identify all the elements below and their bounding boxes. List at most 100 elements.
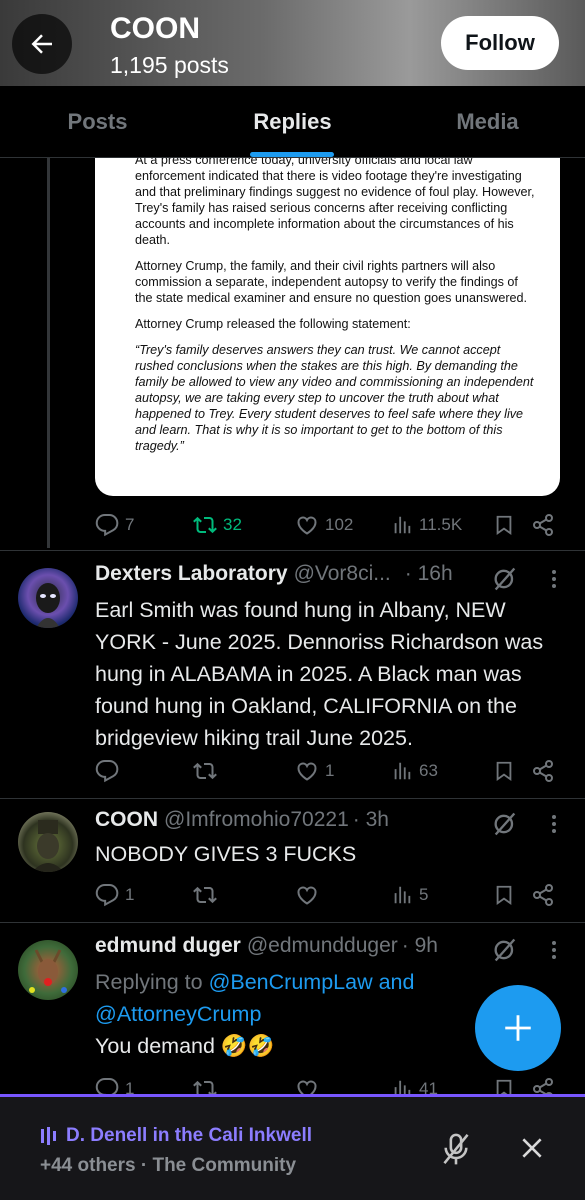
views-chart-icon [394,1080,411,1094]
more-options-icon[interactable] [544,567,564,591]
views-button[interactable]: 5 [391,880,428,910]
share-icon [533,884,553,906]
reply-header: Dexters Laboratory @Vor8ci... · 16h [95,562,453,592]
grok-icon[interactable] [491,810,519,838]
repost-icon [193,516,217,534]
document-paragraph: Attorney Crump, the family, and their ci… [135,259,528,305]
more-options-icon[interactable] [544,812,564,836]
tab-posts[interactable]: Posts [0,86,195,158]
document-paragraph: At a press conference today, university … [135,158,535,247]
tab-media[interactable]: Media [390,86,585,158]
heart-icon [297,762,317,781]
heart-icon [297,886,317,905]
reply-button[interactable]: 1 [95,1074,134,1094]
like-button[interactable] [295,880,319,910]
grok-icon[interactable] [491,565,519,593]
like-button[interactable]: 102 [295,510,353,540]
display-name[interactable]: Dexters Laboratory [95,562,288,586]
share-icon [533,1078,553,1094]
reply-icon [95,884,119,907]
share-button[interactable] [531,880,555,910]
repost-button[interactable]: 32 [193,510,242,540]
avatar-reindeer-icon [29,949,67,993]
reply-actions: 1 5 [95,880,560,910]
bookmark-button[interactable] [493,1074,515,1094]
reply-count: 1 [125,1079,135,1094]
reply-count: 1 [125,885,135,904]
reply-header: COON @Imfromohio70221 · 3h [95,808,389,838]
views-button[interactable]: 63 [391,756,438,786]
arrow-left-icon [31,34,52,54]
views-count: 5 [419,885,429,904]
space-title-row: D. Denell in the Cali Inkwell [40,1125,312,1147]
heart-icon [297,1080,317,1094]
views-button[interactable]: 11.5K [391,510,462,540]
post-time: · 16h [404,562,453,585]
tab-replies[interactable]: Replies [195,86,390,158]
more-options-icon[interactable] [544,938,564,962]
divider [0,550,585,551]
mic-muted-icon[interactable] [440,1131,472,1167]
back-button[interactable] [12,14,72,74]
share-icon [533,514,553,536]
reply-actions: 1 41 [95,1074,560,1094]
avatar[interactable] [18,940,78,1000]
views-count: 63 [419,761,438,780]
close-icon[interactable] [519,1135,545,1161]
post-time: · 9h [401,934,438,957]
repost-icon [193,886,217,904]
user-handle[interactable]: @Imfromohio70221 [164,808,349,832]
compose-post-button[interactable] [475,985,561,1071]
views-button[interactable]: 41 [391,1074,438,1094]
post-actions: 7 32 102 11.5K [95,510,560,540]
like-button[interactable]: 1 [295,756,334,786]
display-name[interactable]: edmund duger [95,934,241,958]
like-count: 102 [325,515,354,534]
bookmark-button[interactable] [493,880,515,910]
user-handle[interactable]: @Vor8ci... [294,562,391,586]
repost-button[interactable] [193,880,217,910]
grok-icon[interactable] [491,936,519,964]
display-name[interactable]: COON [95,808,158,832]
space-participants: +44 others · The Community [40,1155,297,1176]
reply-button[interactable]: 1 [95,880,134,910]
heart-icon [297,516,317,535]
profile-tabs: Posts Replies Media [0,86,585,158]
repost-button[interactable] [193,756,217,786]
views-chart-icon [394,762,411,780]
repost-icon [193,1080,217,1094]
reply-icon [95,514,119,537]
press-release-image[interactable]: At a press conference today, university … [95,158,560,496]
views-count: 41 [419,1079,438,1094]
post-time: · 3h [352,808,389,831]
share-button[interactable] [531,1074,555,1094]
plus-icon [505,1015,531,1041]
reply-button[interactable]: 7 [95,510,134,540]
bookmark-icon [496,515,512,536]
avatar[interactable] [18,568,78,628]
like-button[interactable] [295,1074,319,1094]
replying-to-label: Replying to [95,970,203,994]
reply-header: edmund duger @edmundduger · 9h [95,934,438,964]
share-button[interactable] [531,510,555,540]
replying-to-line: Replying to @BenCrumpLaw and @AttorneyCr… [95,966,455,1030]
bookmark-button[interactable] [493,510,515,540]
repost-button[interactable] [193,1074,217,1094]
profile-name: COON [110,12,200,45]
user-handle[interactable]: @edmundduger [247,934,398,958]
reply-button[interactable] [95,756,125,786]
posts-count: 1,195 posts [110,52,229,78]
reply-icon [95,1078,119,1094]
follow-button[interactable]: Follow [441,16,559,70]
views-count: 11.5K [419,515,463,534]
bookmark-button[interactable] [493,756,515,786]
divider [0,922,585,923]
avatar[interactable] [18,812,78,872]
share-button[interactable] [531,756,555,786]
live-space-bar[interactable]: D. Denell in the Cali Inkwell +44 others… [0,1094,585,1200]
thread-connector-line [47,158,50,548]
views-chart-icon [394,516,411,534]
share-icon [533,760,553,782]
reply-text: Earl Smith was found hung in Albany, NEW… [95,598,544,750]
active-tab-indicator [250,152,334,157]
